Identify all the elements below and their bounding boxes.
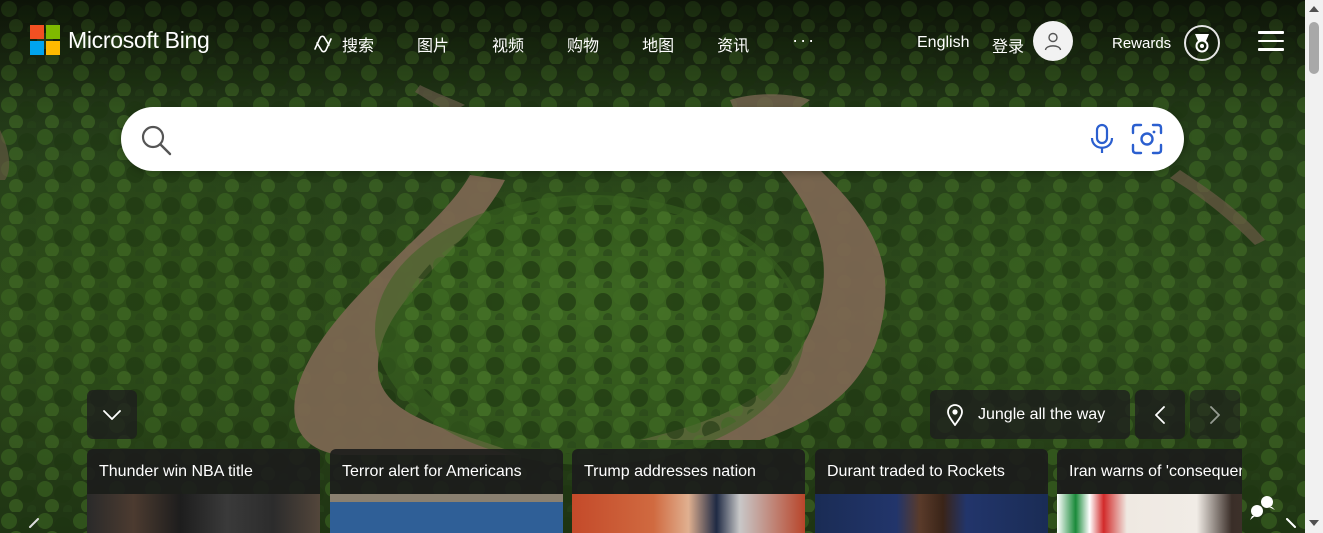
chat-bubbles-icon[interactable] bbox=[1248, 494, 1276, 525]
rewards-link[interactable]: Rewards bbox=[1112, 35, 1171, 52]
nav-maps[interactable]: 地图 bbox=[642, 32, 674, 56]
location-pin-icon bbox=[947, 403, 963, 426]
news-card-title: Iran warns of 'consequences' bbox=[1057, 449, 1242, 494]
search-box bbox=[121, 107, 1184, 171]
search-input[interactable] bbox=[185, 119, 1085, 159]
nav-images[interactable]: 图片 bbox=[417, 32, 449, 56]
scroll-up-icon[interactable] bbox=[1309, 6, 1319, 12]
image-title: Jungle all the way bbox=[978, 405, 1106, 423]
nav-search[interactable]: 搜索 bbox=[312, 32, 374, 56]
scrollbar-thumb[interactable] bbox=[1309, 22, 1319, 74]
brand-name: Microsoft Bing bbox=[68, 26, 210, 53]
carousel-left-icon[interactable] bbox=[26, 518, 40, 533]
nav-videos[interactable]: 视频 bbox=[492, 32, 524, 56]
next-image-button[interactable] bbox=[1190, 390, 1240, 439]
news-card-title: Trump addresses nation bbox=[572, 449, 805, 494]
visual-search-icon[interactable] bbox=[1130, 122, 1164, 161]
news-card[interactable]: Iran warns of 'consequences' bbox=[1057, 449, 1242, 533]
collapse-feed-button[interactable] bbox=[87, 390, 137, 439]
news-card[interactable]: Thunder win NBA title bbox=[87, 449, 320, 533]
nav-more-button[interactable]: ··· bbox=[792, 30, 816, 51]
chevron-right-icon bbox=[1210, 405, 1220, 424]
bing-logo[interactable]: Microsoft Bing bbox=[30, 25, 210, 55]
nav-news[interactable]: 资讯 bbox=[717, 32, 749, 56]
vertical-scrollbar[interactable] bbox=[1305, 0, 1323, 533]
scroll-down-icon[interactable] bbox=[1309, 520, 1319, 526]
news-card-title: Thunder win NBA title bbox=[87, 449, 320, 494]
news-card[interactable]: Trump addresses nation bbox=[572, 449, 805, 533]
language-toggle[interactable]: English bbox=[917, 34, 969, 52]
top-nav: 搜索 图片 视频 购物 地图 资讯 ··· bbox=[312, 30, 816, 56]
microsoft-logo-icon bbox=[30, 25, 60, 55]
news-card-title: Terror alert for Americans bbox=[330, 449, 563, 494]
user-icon bbox=[1044, 32, 1062, 51]
chevron-down-icon bbox=[103, 409, 121, 420]
news-card-title: Durant traded to Rockets bbox=[815, 449, 1048, 494]
menu-icon bbox=[1258, 31, 1284, 34]
avatar[interactable] bbox=[1033, 21, 1073, 61]
news-card-image bbox=[87, 494, 320, 533]
rewards-medal-icon[interactable] bbox=[1184, 25, 1220, 61]
copilot-icon bbox=[312, 34, 334, 54]
menu-button[interactable] bbox=[1258, 31, 1284, 51]
previous-image-button[interactable] bbox=[1135, 390, 1185, 439]
chevron-left-icon bbox=[1155, 405, 1165, 424]
news-card[interactable]: Durant traded to Rockets bbox=[815, 449, 1048, 533]
search-icon bbox=[139, 123, 173, 162]
news-card-image bbox=[330, 494, 563, 533]
image-of-day-location[interactable]: Jungle all the way bbox=[930, 390, 1130, 439]
nav-search-label: 搜索 bbox=[342, 38, 375, 55]
carousel-right-icon[interactable] bbox=[1285, 518, 1299, 533]
news-carousel: Thunder win NBA title Terror alert for A… bbox=[87, 449, 1242, 533]
news-card[interactable]: Terror alert for Americans bbox=[330, 449, 563, 533]
nav-shopping[interactable]: 购物 bbox=[567, 32, 599, 56]
microphone-icon[interactable] bbox=[1089, 123, 1115, 160]
news-card-image bbox=[815, 494, 1048, 533]
signin-link[interactable]: 登录 bbox=[992, 33, 1024, 57]
news-card-image bbox=[1057, 494, 1242, 533]
news-card-image bbox=[572, 494, 805, 533]
